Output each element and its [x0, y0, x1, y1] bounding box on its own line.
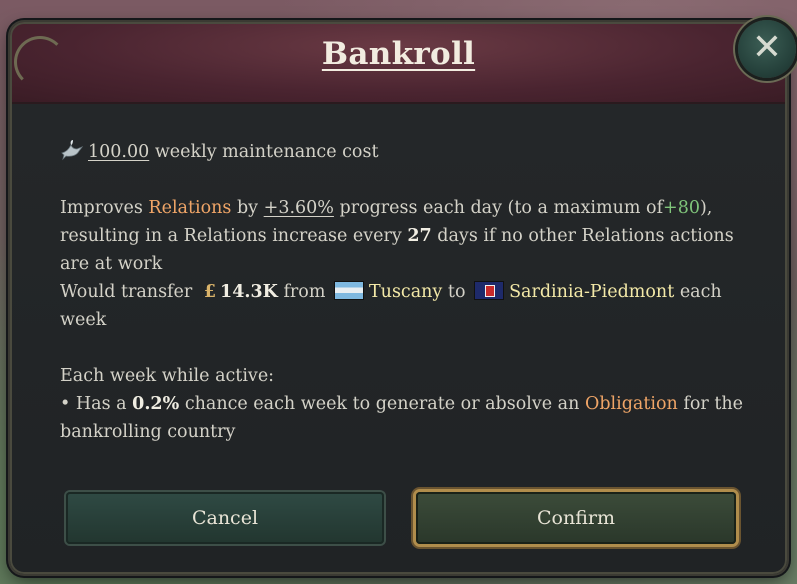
relations-days: 27: [407, 226, 432, 246]
weekly-heading: Each week while active:: [60, 366, 275, 386]
transfer-text-2: from: [283, 282, 326, 302]
bankroll-dialog: Bankroll 100.00 weekly maintenance cost …: [10, 22, 787, 574]
confirm-button[interactable]: Confirm: [416, 492, 736, 544]
effect-text-4: ),: [699, 198, 713, 218]
from-country[interactable]: Tuscany: [369, 282, 442, 302]
cancel-button[interactable]: Cancel: [66, 492, 384, 544]
obligation-chance: 0.2%: [132, 394, 180, 414]
bullet-marker: •: [60, 394, 71, 414]
effect-text-3: progress each day (to a maximum of: [339, 198, 664, 218]
weekly-text-2: chance each week to generate or absolve …: [184, 394, 580, 414]
dialog-body: 100.00 weekly maintenance cost Improves …: [60, 138, 760, 446]
relations-max: +80: [663, 198, 700, 218]
sardinia-flag-icon: [475, 282, 504, 299]
dove-icon: [61, 140, 84, 161]
close-button[interactable]: ✕: [738, 20, 796, 78]
maintenance-line: 100.00 weekly maintenance cost: [60, 138, 760, 166]
transfer-text-1: Would transfer: [60, 282, 193, 302]
effect-text-2: by: [236, 198, 259, 218]
maintenance-amount: 100.00: [88, 142, 150, 162]
transfer-text: Would transfer £14.3K from Tuscany to Sa…: [60, 278, 760, 334]
obligation-link[interactable]: Obligation: [585, 394, 678, 414]
tuscany-flag-icon: [335, 282, 363, 299]
close-icon: ✕: [751, 27, 783, 68]
pound-icon: £: [203, 282, 217, 302]
corner-flourish-left: [14, 36, 66, 88]
dialog-title: Bankroll: [321, 36, 476, 72]
to-country[interactable]: Sardinia-Piedmont: [509, 282, 674, 302]
dialog-header: Bankroll: [10, 22, 787, 104]
transfer-text-3: to: [447, 282, 466, 302]
weekly-text-1: Has a: [75, 394, 127, 414]
relations-percent: +3.60%: [263, 198, 334, 218]
effect-text-1: Improves: [60, 198, 143, 218]
relations-link[interactable]: Relations: [148, 198, 231, 218]
effect-text-5: resulting in a Relations increase every: [60, 226, 402, 246]
relations-effect-text: Improves Relations by +3.60% progress ea…: [60, 194, 760, 278]
transfer-amount: 14.3K: [220, 282, 278, 302]
maintenance-label: weekly maintenance cost: [154, 142, 379, 162]
weekly-bullet-item: • Has a 0.2% chance each week to generat…: [60, 390, 760, 446]
